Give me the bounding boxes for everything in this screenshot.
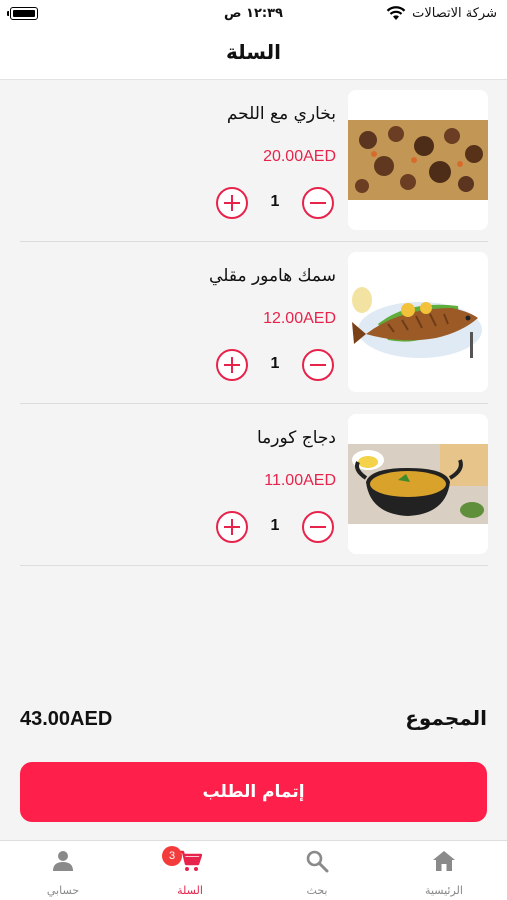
status-bar: ١٢:٣٩ ص شركة الاتصالات [0,0,507,30]
total-value: 43.00AED [20,708,113,730]
item-image-hammour [348,252,488,392]
carrier-info: شركة الاتصالات [386,5,497,21]
tab-account[interactable]: حسابي [0,841,126,900]
item-quantity: 1 [270,355,280,372]
increase-quantity-button[interactable] [216,349,248,381]
quantity-stepper: 1 [216,349,334,381]
decrease-quantity-button[interactable] [302,187,334,219]
header: السلة [0,30,507,80]
page-title: السلة [225,40,281,64]
tab-label: بحث [306,884,328,897]
item-name: سمك هامور مقلي [209,266,336,286]
increase-quantity-button[interactable] [216,187,248,219]
person-icon [53,851,73,871]
cart-list: بخاري مع اللحم 20.00AED 1 سمك هامور مقلي… [20,80,488,566]
cart-count-badge: 3 [162,846,182,866]
cart-item: دجاج كورما 11.00AED 1 [20,404,488,566]
decrease-quantity-button[interactable] [302,349,334,381]
search-icon [306,850,329,873]
tab-label: حسابي [46,884,80,897]
rice-meat-dish-icon [348,120,488,200]
decrease-quantity-button[interactable] [302,511,334,543]
quantity-stepper: 1 [216,187,334,219]
item-quantity: 1 [270,193,280,210]
tab-search[interactable]: بحث [254,841,380,900]
tab-home[interactable]: الرئيسية [381,841,507,900]
item-price: 11.00AED [264,472,336,489]
tab-label: الرئيسية [425,884,463,897]
cart-item: بخاري مع اللحم 20.00AED 1 [20,80,488,242]
item-name: بخاري مع اللحم [226,104,336,124]
tab-cart[interactable]: السلة [127,841,253,900]
wifi-icon [386,6,406,20]
fried-fish-icon [348,282,488,362]
tab-label: السلة [177,884,203,897]
quantity-stepper: 1 [216,511,334,543]
increase-quantity-button[interactable] [216,511,248,543]
item-image-korma [348,414,488,554]
total-label: المجموع [405,706,487,730]
carrier-name: شركة الاتصالات [412,5,497,21]
item-image-bukhari [348,90,488,230]
tab-bar: حسابي السلة بحث الرئيسية 3 [0,840,507,900]
item-price: 12.00AED [263,310,336,327]
item-price: 20.00AED [263,148,336,165]
checkout-button[interactable]: إتمام الطلب [20,762,487,822]
cart-item: سمك هامور مقلي 12.00AED 1 [20,242,488,404]
item-quantity: 1 [270,517,280,534]
home-icon [433,851,455,871]
curry-pot-icon [348,444,488,524]
item-name: دجاج كورما [256,428,336,448]
